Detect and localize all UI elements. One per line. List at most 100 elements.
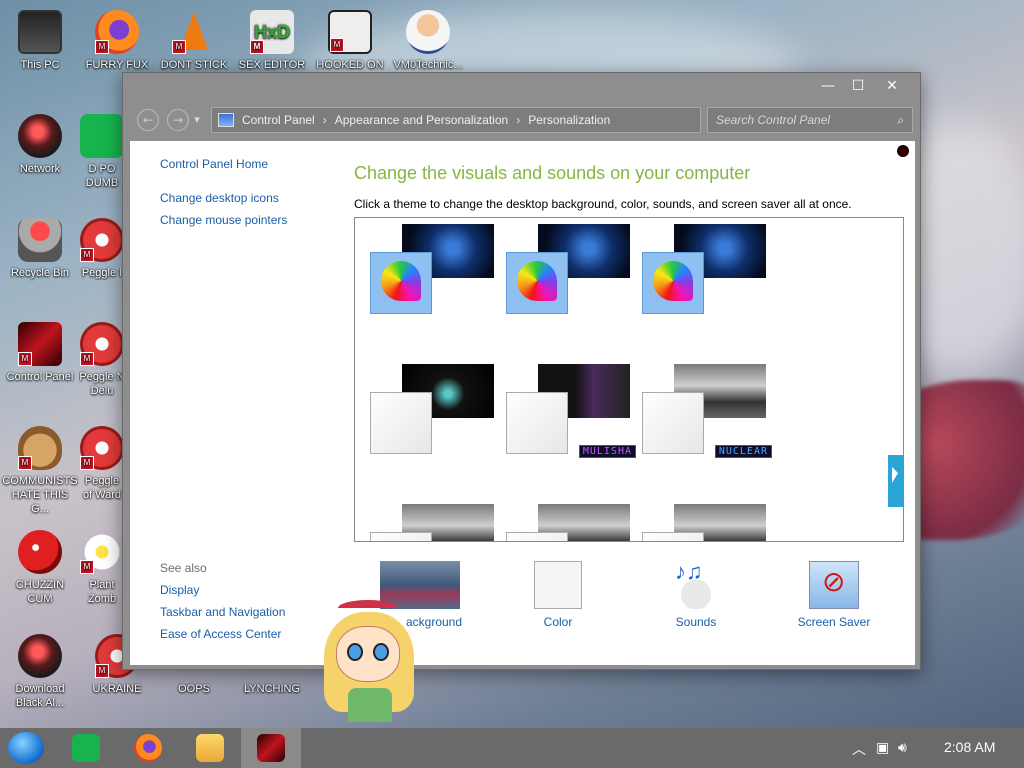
desktop-icon-label: Peggle of Ward [82, 475, 122, 501]
desktop-icon-communists[interactable]: M COMMUNISTS HATE THIS G... [2, 426, 78, 516]
maximize-button[interactable]: ☐ [841, 75, 875, 97]
control-panel-icon [257, 734, 285, 762]
search-icon[interactable]: ⌕ [897, 108, 904, 132]
desktop-icon-peggle-wars[interactable]: M Peggle of Ward [79, 426, 125, 502]
theme-item[interactable] [506, 224, 630, 314]
theme-item[interactable] [370, 504, 494, 541]
chevron-up-icon[interactable]: ︿ [852, 739, 866, 759]
theme-item[interactable] [642, 224, 766, 314]
theme-list[interactable]: MULISHA NUCLEAR [354, 217, 904, 542]
taskbar-app-green[interactable] [56, 728, 116, 768]
theme-item[interactable] [370, 224, 494, 314]
desktop-icon-label: OOPS [178, 683, 210, 695]
peggle-icon: M [80, 322, 124, 366]
screen-saver-label: Screen Saver [797, 615, 871, 629]
close-button[interactable]: ✕ [875, 75, 909, 97]
desktop-icon-this-pc[interactable]: This PC [2, 10, 78, 72]
desktop-icon-recycle-bin[interactable]: Recycle Bin [2, 218, 78, 280]
firefox-icon [134, 734, 162, 762]
desktop-icon-download[interactable]: Download Black Al... [2, 634, 78, 710]
link-taskbar-navigation[interactable]: Taskbar and Navigation [160, 605, 285, 619]
character-horns [338, 600, 398, 616]
theme-color-swatch [642, 252, 704, 314]
folder-icon [196, 734, 224, 762]
desktop-icon-chuzzin[interactable]: CHUZZIN CUM [2, 530, 78, 606]
desktop-icon-label: UKRAINE [92, 683, 142, 695]
desktop-icon-plant-zombies[interactable]: M Plant Zomb [79, 530, 125, 606]
color-button[interactable]: Color [498, 561, 618, 629]
volume-icon[interactable]: 🔊︎ [898, 739, 907, 756]
desktop-icon-dont-stick[interactable]: M DONT STICK [156, 10, 232, 72]
character-body [348, 688, 392, 722]
desktop-icon-peggle-deluxe[interactable]: M Peggle N Delu [79, 322, 125, 398]
recent-locations-dropdown[interactable]: ▾ [189, 109, 205, 131]
theme-color-swatch [506, 252, 568, 314]
desktop-icon-network[interactable]: Network [2, 114, 78, 176]
desktop-icon-label: Recycle Bin [10, 267, 70, 279]
theme-item[interactable] [370, 364, 494, 454]
desktop-icon-label: Network [19, 163, 61, 175]
title-bar[interactable]: — ☐ ✕ [123, 73, 920, 101]
desktop-icon-vm0technic[interactable]: VM0Technic... [390, 10, 466, 72]
doctor-icon [406, 10, 450, 54]
chuzzle-icon [18, 530, 62, 574]
desktop-icon-d-po-dumb[interactable]: D PO DUMB [79, 114, 125, 190]
desktop-icon-label: FURRY FUX [85, 59, 149, 71]
search-input[interactable]: Search Control Panel ⌕ [707, 107, 913, 133]
taskbar: ︿ ▣ 🔊︎ 2:08 AM [0, 728, 1024, 768]
desktop-icon-label: VM0Technic... [393, 59, 463, 71]
content-pane: Control Panel Home Change desktop icons … [130, 141, 915, 665]
nav-change-mouse-pointers[interactable]: Change mouse pointers [160, 213, 287, 227]
screen-saver-button[interactable]: Screen Saver [774, 561, 894, 629]
desktop-icon-furry-fux[interactable]: M FURRY FUX [79, 10, 155, 72]
desktop-icon-label: D PO DUMB [85, 163, 119, 189]
sounds-label: Sounds [675, 615, 717, 629]
breadcrumb-separator: › [516, 113, 521, 127]
forward-button[interactable]: → [167, 109, 189, 131]
desktop-icon-peggle-1[interactable]: M Peggle I [79, 218, 125, 280]
start-button[interactable] [8, 732, 44, 764]
desktop-icon-control-panel[interactable]: M Control Panel [2, 322, 78, 384]
network-icon [18, 634, 62, 678]
control-panel-icon [218, 113, 234, 127]
breadcrumb-control-panel[interactable]: Control Panel [242, 113, 315, 127]
taskbar-app-file-explorer[interactable] [180, 728, 240, 768]
firefox-icon: M [95, 10, 139, 54]
theme-color-swatch [370, 252, 432, 314]
money-bag-icon: M [18, 426, 62, 470]
breadcrumb-separator: › [322, 113, 327, 127]
breadcrumb-appearance[interactable]: Appearance and Personalization [335, 113, 508, 127]
clock[interactable]: 2:08 AM [944, 739, 995, 755]
theme-color-swatch [370, 532, 432, 541]
desktop-icon-label: SEX EDITOR [238, 59, 306, 71]
system-tray: ︿ ▣ 🔊︎ 2:08 AM [844, 728, 1024, 768]
theme-color-swatch [642, 532, 704, 541]
minimize-button[interactable]: — [811, 75, 845, 97]
peggle-icon: M [80, 218, 124, 262]
user-avatar [897, 145, 909, 157]
vlc-cone-icon: M [172, 10, 216, 54]
theme-item[interactable] [506, 504, 630, 541]
link-ease-of-access[interactable]: Ease of Access Center [160, 627, 285, 641]
link-display[interactable]: Display [160, 583, 285, 597]
see-also-heading: See also [160, 561, 207, 575]
theme-color-swatch [506, 532, 568, 541]
sounds-button[interactable]: Sounds [636, 559, 756, 629]
back-button[interactable]: ← [137, 109, 159, 131]
breadcrumb-personalization[interactable]: Personalization [528, 113, 610, 127]
navigation-row: ← → ▾ Control Panel › Appearance and Per… [123, 105, 922, 137]
theme-item[interactable] [642, 504, 766, 541]
theme-item[interactable]: MULISHA [506, 364, 636, 458]
desktop-icon-hooked-on[interactable]: M HOOKED ON [312, 10, 388, 72]
theme-item[interactable]: NUCLEAR [642, 364, 772, 458]
desktop-icon-sex-editor[interactable]: HxD M SEX EDITOR [234, 10, 310, 72]
network-icon[interactable]: ▣ [876, 739, 889, 756]
taskbar-app-firefox[interactable] [118, 728, 178, 768]
taskbar-app-control-panel[interactable] [241, 728, 301, 768]
theme-color-swatch [370, 392, 432, 454]
address-bar[interactable]: Control Panel › Appearance and Personali… [211, 107, 701, 133]
nav-control-panel-home[interactable]: Control Panel Home [160, 157, 287, 171]
nav-change-desktop-icons[interactable]: Change desktop icons [160, 191, 287, 205]
theme-color-swatch [506, 392, 568, 454]
desktop-icon-label: CHUZZIN CUM [15, 579, 65, 605]
